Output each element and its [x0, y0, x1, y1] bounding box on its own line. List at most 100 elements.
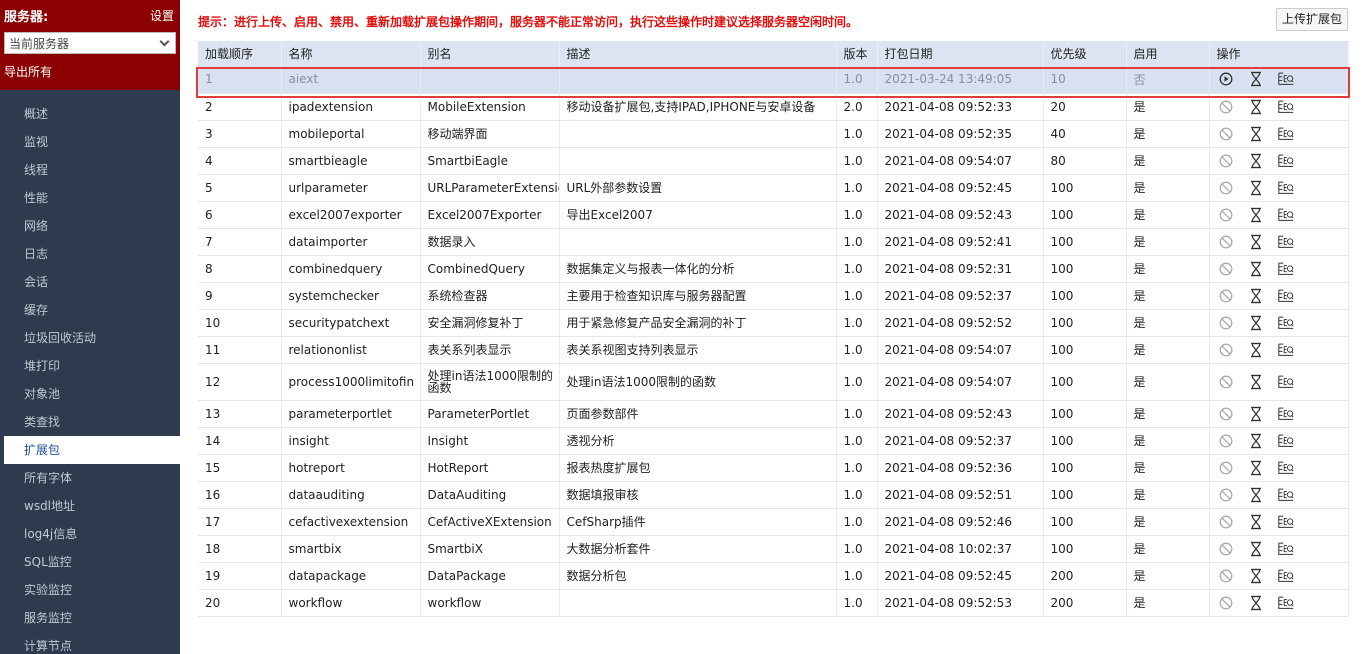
table-row[interactable]: 8 combinedquery CombinedQuery 数据集定义与报表一体化的分…: [198, 255, 1349, 283]
hourglass-icon[interactable]: [1247, 567, 1265, 585]
ban-icon[interactable]: [1217, 260, 1235, 278]
eq-icon[interactable]: [1277, 459, 1295, 477]
sidebar-item-4[interactable]: 网络: [0, 212, 180, 240]
hourglass-icon[interactable]: [1247, 98, 1265, 116]
ban-icon[interactable]: [1217, 152, 1235, 170]
table-row[interactable]: 1 aiext 1.0 2021-03-24 13:49:05 10 否: [198, 66, 1349, 94]
eq-icon[interactable]: [1277, 341, 1295, 359]
ban-icon[interactable]: [1217, 540, 1235, 558]
hourglass-icon[interactable]: [1247, 152, 1265, 170]
table-row[interactable]: 2 ipadextension MobileExtension 移动设备扩展包,支持I…: [198, 93, 1349, 121]
sidebar-item-13[interactable]: 所有字体: [0, 464, 180, 492]
eq-icon[interactable]: [1277, 314, 1295, 332]
hourglass-icon[interactable]: [1247, 125, 1265, 143]
sidebar-item-2[interactable]: 线程: [0, 156, 180, 184]
eq-icon[interactable]: [1277, 432, 1295, 450]
export-all-link[interactable]: 导出所有: [4, 63, 176, 80]
sidebar-item-18[interactable]: 服务监控: [0, 604, 180, 632]
table-row[interactable]: 13 parameterportlet ParameterPortlet 页面参数部件…: [198, 400, 1349, 428]
hourglass-icon[interactable]: [1247, 179, 1265, 197]
sidebar-item-5[interactable]: 日志: [0, 240, 180, 268]
hourglass-icon[interactable]: [1247, 373, 1265, 391]
table-row[interactable]: 6 excel2007exporter Excel2007Exporter 导出Exc…: [198, 201, 1349, 229]
eq-icon[interactable]: [1277, 405, 1295, 423]
sidebar-item-8[interactable]: 垃圾回收活动: [0, 324, 180, 352]
sidebar-item-0[interactable]: 概述: [0, 100, 180, 128]
ban-icon[interactable]: [1217, 459, 1235, 477]
ban-icon[interactable]: [1217, 341, 1235, 359]
table-row[interactable]: 14 insight Insight 透视分析 1.0 2021-04-08 09:52:…: [198, 427, 1349, 455]
eq-icon[interactable]: [1277, 152, 1295, 170]
table-row[interactable]: 5 urlparameter URLParameterExtension URL外部参…: [198, 174, 1349, 202]
hourglass-icon[interactable]: [1247, 486, 1265, 504]
hourglass-icon[interactable]: [1247, 594, 1265, 612]
sidebar-item-9[interactable]: 堆打印: [0, 352, 180, 380]
eq-icon[interactable]: [1277, 70, 1295, 88]
ban-icon[interactable]: [1217, 567, 1235, 585]
table-row[interactable]: 19 datapackage DataPackage 数据分析包 1.0 2021-04-…: [198, 562, 1349, 590]
sidebar-item-14[interactable]: wsdl地址: [0, 492, 180, 520]
ban-icon[interactable]: [1217, 513, 1235, 531]
server-select[interactable]: 当前服务器: [4, 32, 176, 54]
hourglass-icon[interactable]: [1247, 260, 1265, 278]
upload-extension-button[interactable]: 上传扩展包: [1275, 8, 1348, 31]
eq-icon[interactable]: [1277, 486, 1295, 504]
hourglass-icon[interactable]: [1247, 513, 1265, 531]
sidebar-item-7[interactable]: 缓存: [0, 296, 180, 324]
sidebar-item-3[interactable]: 性能: [0, 184, 180, 212]
table-row[interactable]: 7 dataimporter 数据录入 1.0 2021-04-08 09:52:41 1…: [198, 228, 1349, 256]
hourglass-icon[interactable]: [1247, 70, 1265, 88]
ban-icon[interactable]: [1217, 594, 1235, 612]
ban-icon[interactable]: [1217, 405, 1235, 423]
ban-icon[interactable]: [1217, 486, 1235, 504]
sidebar-item-16[interactable]: SQL监控: [0, 548, 180, 576]
table-row[interactable]: 20 workflow workflow 1.0 2021-04-08 09:52:53…: [198, 589, 1349, 617]
sidebar-item-19[interactable]: 计算节点: [0, 632, 180, 654]
table-row[interactable]: 12 process1000limitofin 处理in语法1000限制的函数 处理i…: [198, 363, 1349, 401]
eq-icon[interactable]: [1277, 260, 1295, 278]
hourglass-icon[interactable]: [1247, 432, 1265, 450]
sidebar-item-12[interactable]: 扩展包: [4, 436, 180, 464]
ban-icon[interactable]: [1217, 125, 1235, 143]
table-row[interactable]: 3 mobileportal 移动端界面 1.0 2021-04-08 09:52:35…: [198, 120, 1349, 148]
hourglass-icon[interactable]: [1247, 233, 1265, 251]
eq-icon[interactable]: [1277, 179, 1295, 197]
hourglass-icon[interactable]: [1247, 341, 1265, 359]
sidebar-item-15[interactable]: log4j信息: [0, 520, 180, 548]
table-row[interactable]: 17 cefactivexextension CefActiveXExtension…: [198, 508, 1349, 536]
hourglass-icon[interactable]: [1247, 405, 1265, 423]
eq-icon[interactable]: [1277, 125, 1295, 143]
sidebar-item-1[interactable]: 监视: [0, 128, 180, 156]
eq-icon[interactable]: [1277, 206, 1295, 224]
ban-icon[interactable]: [1217, 314, 1235, 332]
hourglass-icon[interactable]: [1247, 206, 1265, 224]
hourglass-icon[interactable]: [1247, 540, 1265, 558]
table-row[interactable]: 9 systemchecker 系统检查器 主要用于检查知识库与服务器配置 1.0 202…: [198, 282, 1349, 310]
table-row[interactable]: 11 relationonlist 表关系列表显示 表关系视图支持列表显示 1.0 202…: [198, 336, 1349, 364]
sidebar-item-10[interactable]: 对象池: [0, 380, 180, 408]
eq-icon[interactable]: [1277, 513, 1295, 531]
eq-icon[interactable]: [1277, 233, 1295, 251]
sidebar-item-11[interactable]: 类查找: [0, 408, 180, 436]
sidebar-item-17[interactable]: 实验监控: [0, 576, 180, 604]
ban-icon[interactable]: [1217, 98, 1235, 116]
hourglass-icon[interactable]: [1247, 314, 1265, 332]
eq-icon[interactable]: [1277, 98, 1295, 116]
ban-icon[interactable]: [1217, 206, 1235, 224]
sidebar-item-6[interactable]: 会话: [0, 268, 180, 296]
ban-icon[interactable]: [1217, 179, 1235, 197]
hourglass-icon[interactable]: [1247, 459, 1265, 477]
table-row[interactable]: 18 smartbix SmartbiX 大数据分析套件 1.0 2021-04-08 1…: [198, 535, 1349, 563]
eq-icon[interactable]: [1277, 540, 1295, 558]
table-row[interactable]: 15 hotreport HotReport 报表热度扩展包 1.0 2021-04-08…: [198, 454, 1349, 482]
eq-icon[interactable]: [1277, 287, 1295, 305]
eq-icon[interactable]: [1277, 373, 1295, 391]
eq-icon[interactable]: [1277, 567, 1295, 585]
eq-icon[interactable]: [1277, 594, 1295, 612]
hourglass-icon[interactable]: [1247, 287, 1265, 305]
table-row[interactable]: 10 securitypatchext 安全漏洞修复补丁 用于紧急修复产品安全漏洞的补…: [198, 309, 1349, 337]
ban-icon[interactable]: [1217, 373, 1235, 391]
table-row[interactable]: 16 dataauditing DataAuditing 数据填报审核 1.0 2021-…: [198, 481, 1349, 509]
ban-icon[interactable]: [1217, 432, 1235, 450]
settings-link[interactable]: 设置: [150, 7, 176, 24]
